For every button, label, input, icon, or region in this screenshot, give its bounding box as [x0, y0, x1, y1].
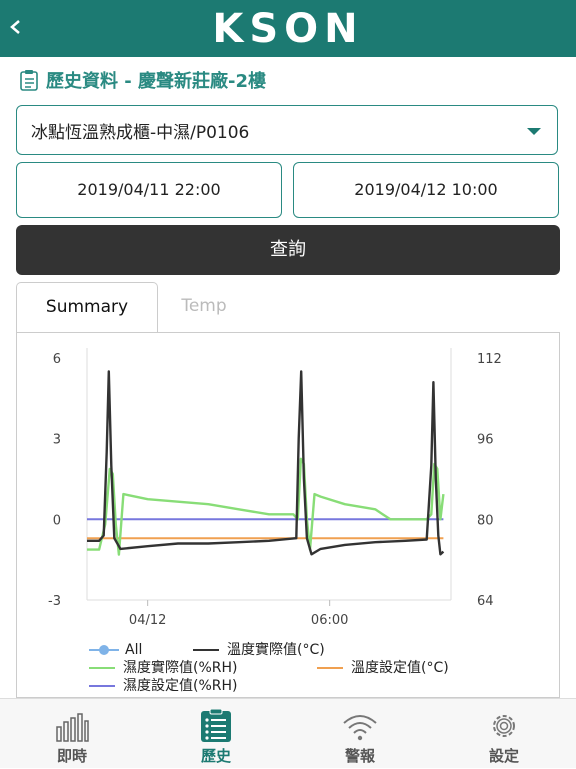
- legend-item-humidity-setpoint[interactable]: 濕度設定值(%RH): [89, 677, 237, 695]
- legend-label: 溫度實際值(°C): [227, 642, 325, 658]
- y-left-tick-label: 6: [53, 352, 61, 367]
- bottom-navigation: 即時 歷史 警報 設定: [0, 698, 576, 768]
- page-title: 歷史資料 - 慶聲新莊廠-2樓: [46, 71, 266, 92]
- end-datetime-field[interactable]: 2019/04/12 10:00: [293, 162, 559, 218]
- legend-item-temp-actual[interactable]: 溫度實際值(°C): [193, 641, 325, 659]
- y-left-tick-label: 3: [53, 433, 61, 448]
- y-right-tick-label: 96: [477, 433, 494, 448]
- chart-tabs: Summary Temp: [16, 282, 560, 332]
- y-right-tick-label: 80: [477, 513, 494, 528]
- y-right-tick-label: 64: [477, 594, 494, 609]
- nav-item-alarm[interactable]: 警報: [288, 699, 432, 769]
- bar-chart-icon: [56, 713, 89, 742]
- app-logo: KSON: [212, 6, 364, 52]
- y-left-tick-label: 0: [53, 513, 61, 528]
- device-select[interactable]: 冰點恆溫熟成櫃-中濕/P0106: [16, 105, 558, 155]
- legend-label: 濕度實際值(%RH): [123, 660, 238, 676]
- device-select-value: 冰點恆溫熟成櫃-中濕/P0106: [31, 123, 250, 143]
- series-line-1: [87, 370, 445, 556]
- gear-icon: [493, 715, 515, 737]
- y-left-tick-label: -3: [48, 594, 61, 609]
- top-app-bar: KSON: [0, 0, 576, 57]
- start-datetime-field[interactable]: 2019/04/11 22:00: [16, 162, 282, 218]
- page-title-row: 歷史資料 - 慶聲新莊廠-2樓: [20, 66, 266, 94]
- nav-label: 即時: [56, 747, 87, 765]
- caret-down-icon: [527, 128, 541, 135]
- legend-swatch: [89, 685, 115, 687]
- chart-panel: 6 3 0 -3 112 96 80 64 04/12 06:00 All 溫度實際值(°C) 濕…: [16, 332, 560, 698]
- nav-label: 警報: [344, 747, 375, 765]
- tab-summary[interactable]: Summary: [16, 282, 158, 332]
- tab-temp[interactable]: Temp: [164, 282, 244, 332]
- nav-label: 歷史: [200, 747, 231, 765]
- x-tick-label: 06:00: [311, 613, 348, 628]
- legend-label: 溫度設定值(°C): [351, 660, 449, 676]
- legend-swatch: [193, 649, 219, 651]
- legend-label: 濕度設定值(%RH): [123, 678, 238, 694]
- nav-item-settings[interactable]: 設定: [432, 699, 576, 769]
- legend-swatch: [89, 667, 115, 669]
- nav-item-realtime[interactable]: 即時: [0, 699, 144, 769]
- nav-label: 設定: [488, 747, 519, 765]
- nav-item-history[interactable]: 歷史: [144, 699, 288, 769]
- y-right-tick-label: 112: [477, 352, 502, 367]
- list-document-icon: [201, 709, 231, 742]
- x-tick-label: 04/12: [129, 613, 166, 628]
- legend-all-marker: [89, 645, 119, 655]
- legend-item-all[interactable]: All: [89, 641, 142, 659]
- legend-item-temp-setpoint[interactable]: 溫度設定值(°C): [317, 659, 449, 677]
- legend-swatch: [317, 667, 343, 669]
- query-button[interactable]: 查詢: [16, 225, 560, 275]
- legend-item-humidity-actual[interactable]: 濕度實際值(%RH): [89, 659, 237, 677]
- document-list-icon: [20, 70, 38, 91]
- legend-label: All: [125, 642, 143, 658]
- wifi-signal-icon: [343, 715, 377, 741]
